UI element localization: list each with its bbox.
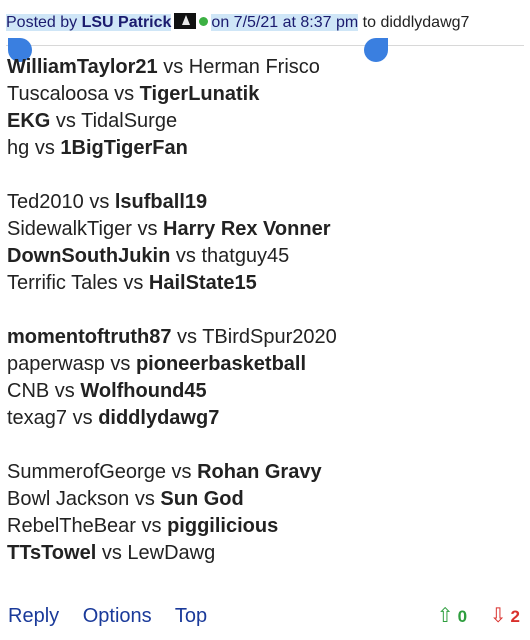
matchup-line: Bowl Jackson vs Sun God bbox=[7, 486, 517, 513]
matchup-line: SummerofGeorge vs Rohan Gravy bbox=[7, 459, 517, 486]
matchup-left-player: CNB bbox=[7, 380, 50, 402]
recipient-link[interactable]: diddlydawg7 bbox=[380, 14, 469, 31]
matchup-line: SidewalkTiger vs Harry Rex Vonner bbox=[7, 216, 517, 243]
matchup-left-player: WilliamTaylor21 bbox=[7, 56, 158, 78]
matchup-left-player: texag7 bbox=[7, 407, 68, 429]
matchup-left-player: momentoftruth87 bbox=[7, 326, 172, 348]
matchup-right-player: LewDawg bbox=[127, 542, 216, 564]
matchup-left-player: hg bbox=[7, 137, 30, 159]
posted-by-label: Posted by bbox=[6, 14, 78, 31]
matchup-vs: vs bbox=[114, 83, 135, 105]
matchup-right-player: HailState15 bbox=[148, 272, 257, 294]
matchup-vs: vs bbox=[54, 380, 75, 402]
upvote-button[interactable]: ⇧ 0 bbox=[437, 605, 468, 627]
matchup-left-player: Tuscaloosa bbox=[7, 83, 109, 105]
matchup-line: Terrific Tales vs HailState15 bbox=[7, 270, 517, 297]
matchup-vs: vs bbox=[34, 137, 55, 159]
vote-controls: ⇧ 0 ⇩ 2 bbox=[437, 602, 520, 631]
matchup-right-player: pioneerbasketball bbox=[135, 353, 307, 375]
matchup-right-player: lsufball19 bbox=[114, 191, 208, 213]
matchup-vs: vs bbox=[177, 326, 198, 348]
matchup-vs: vs bbox=[101, 542, 122, 564]
matchup-line: TTsTowel vs LewDawg bbox=[7, 540, 517, 567]
matchup-line: CNB vs Wolfhound45 bbox=[7, 378, 517, 405]
matchup-right-player: TidalSurge bbox=[81, 110, 178, 132]
post-header: Posted by LSU Patrick on 7/5/21 at 8:37 p… bbox=[6, 12, 469, 34]
matchup-left-player: DownSouthJukin bbox=[7, 245, 171, 267]
matchup-left-player: paperwasp bbox=[7, 353, 105, 375]
matchup-line: hg vs 1BigTigerFan bbox=[7, 135, 517, 162]
matchup-right-player: TigerLunatik bbox=[139, 83, 260, 105]
matchup-left-player: EKG bbox=[7, 110, 51, 132]
matchup-vs: vs bbox=[134, 488, 155, 510]
matchup-right-player: Rohan Gravy bbox=[197, 461, 322, 483]
matchup-vs: vs bbox=[137, 218, 158, 240]
post-time: 8:37 pm bbox=[300, 14, 359, 31]
upvote-count: 0 bbox=[457, 607, 468, 626]
post-footer: Reply Options Top ⇧ 0 ⇩ 2 bbox=[8, 602, 520, 630]
matchup-vs: vs bbox=[141, 515, 162, 537]
matchup-left-player: SidewalkTiger bbox=[7, 218, 132, 240]
matchup-group-gap bbox=[7, 162, 517, 189]
options-link[interactable]: Options bbox=[83, 605, 152, 627]
matchup-list: WilliamTaylor21 vs Herman Frisco Tuscaloo… bbox=[7, 54, 517, 567]
header-divider bbox=[6, 45, 524, 46]
matchup-vs: vs bbox=[89, 191, 110, 213]
matchup-line: EKG vs TidalSurge bbox=[7, 108, 517, 135]
matchup-vs: vs bbox=[55, 110, 76, 132]
matchup-left-player: SummerofGeorge bbox=[7, 461, 166, 483]
matchup-right-player: Sun God bbox=[160, 488, 244, 510]
matchup-right-player: piggilicious bbox=[167, 515, 279, 537]
matchup-vs: vs bbox=[175, 245, 196, 267]
matchup-left-player: Ted2010 bbox=[7, 191, 84, 213]
matchup-line: WilliamTaylor21 vs Herman Frisco bbox=[7, 54, 517, 81]
matchup-left-player: Terrific Tales bbox=[7, 272, 118, 294]
to-label: to bbox=[362, 14, 377, 31]
matchup-line: momentoftruth87 vs TBirdSpur2020 bbox=[7, 324, 517, 351]
matchup-vs: vs bbox=[123, 272, 144, 294]
matchup-right-player: Herman Frisco bbox=[188, 56, 320, 78]
up-arrow-icon: ⇧ bbox=[436, 605, 454, 627]
author-link[interactable]: LSU Patrick bbox=[81, 14, 172, 31]
matchup-right-player: Harry Rex Vonner bbox=[163, 218, 331, 240]
avatar[interactable] bbox=[174, 13, 197, 29]
downvote-button[interactable]: ⇩ 2 bbox=[490, 605, 520, 627]
down-arrow-icon: ⇩ bbox=[489, 605, 507, 627]
matchup-line: RebelTheBear vs piggilicious bbox=[7, 513, 517, 540]
matchup-vs: vs bbox=[163, 56, 184, 78]
post-date: 7/5/21 bbox=[233, 14, 279, 31]
matchup-line: paperwasp vs pioneerbasketball bbox=[7, 351, 517, 378]
matchup-left-player: RebelTheBear bbox=[7, 515, 136, 537]
matchup-right-player: diddlydawg7 bbox=[98, 407, 220, 429]
on-label: on bbox=[211, 14, 230, 31]
matchup-line: DownSouthJukin vs thatguy45 bbox=[7, 243, 517, 270]
online-status-icon bbox=[199, 17, 209, 26]
matchup-right-player: TBirdSpur2020 bbox=[202, 326, 337, 348]
matchup-group-gap bbox=[7, 297, 517, 324]
matchup-right-player: thatguy45 bbox=[201, 245, 290, 267]
at-label: at bbox=[282, 14, 296, 31]
matchup-group-gap bbox=[7, 432, 517, 459]
top-link[interactable]: Top bbox=[175, 605, 207, 627]
matchup-vs: vs bbox=[72, 407, 93, 429]
matchup-left-player: TTsTowel bbox=[7, 542, 97, 564]
reply-link[interactable]: Reply bbox=[8, 605, 59, 627]
matchup-line: Tuscaloosa vs TigerLunatik bbox=[7, 81, 517, 108]
downvote-count: 2 bbox=[510, 607, 520, 626]
matchup-right-player: 1BigTigerFan bbox=[60, 137, 188, 159]
matchup-left-player: Bowl Jackson bbox=[7, 488, 130, 510]
matchup-vs: vs bbox=[110, 353, 131, 375]
matchup-vs: vs bbox=[171, 461, 192, 483]
matchup-line: texag7 vs diddlydawg7 bbox=[7, 405, 517, 432]
matchup-right-player: Wolfhound45 bbox=[80, 380, 207, 402]
matchup-line: Ted2010 vs lsufball19 bbox=[7, 189, 517, 216]
